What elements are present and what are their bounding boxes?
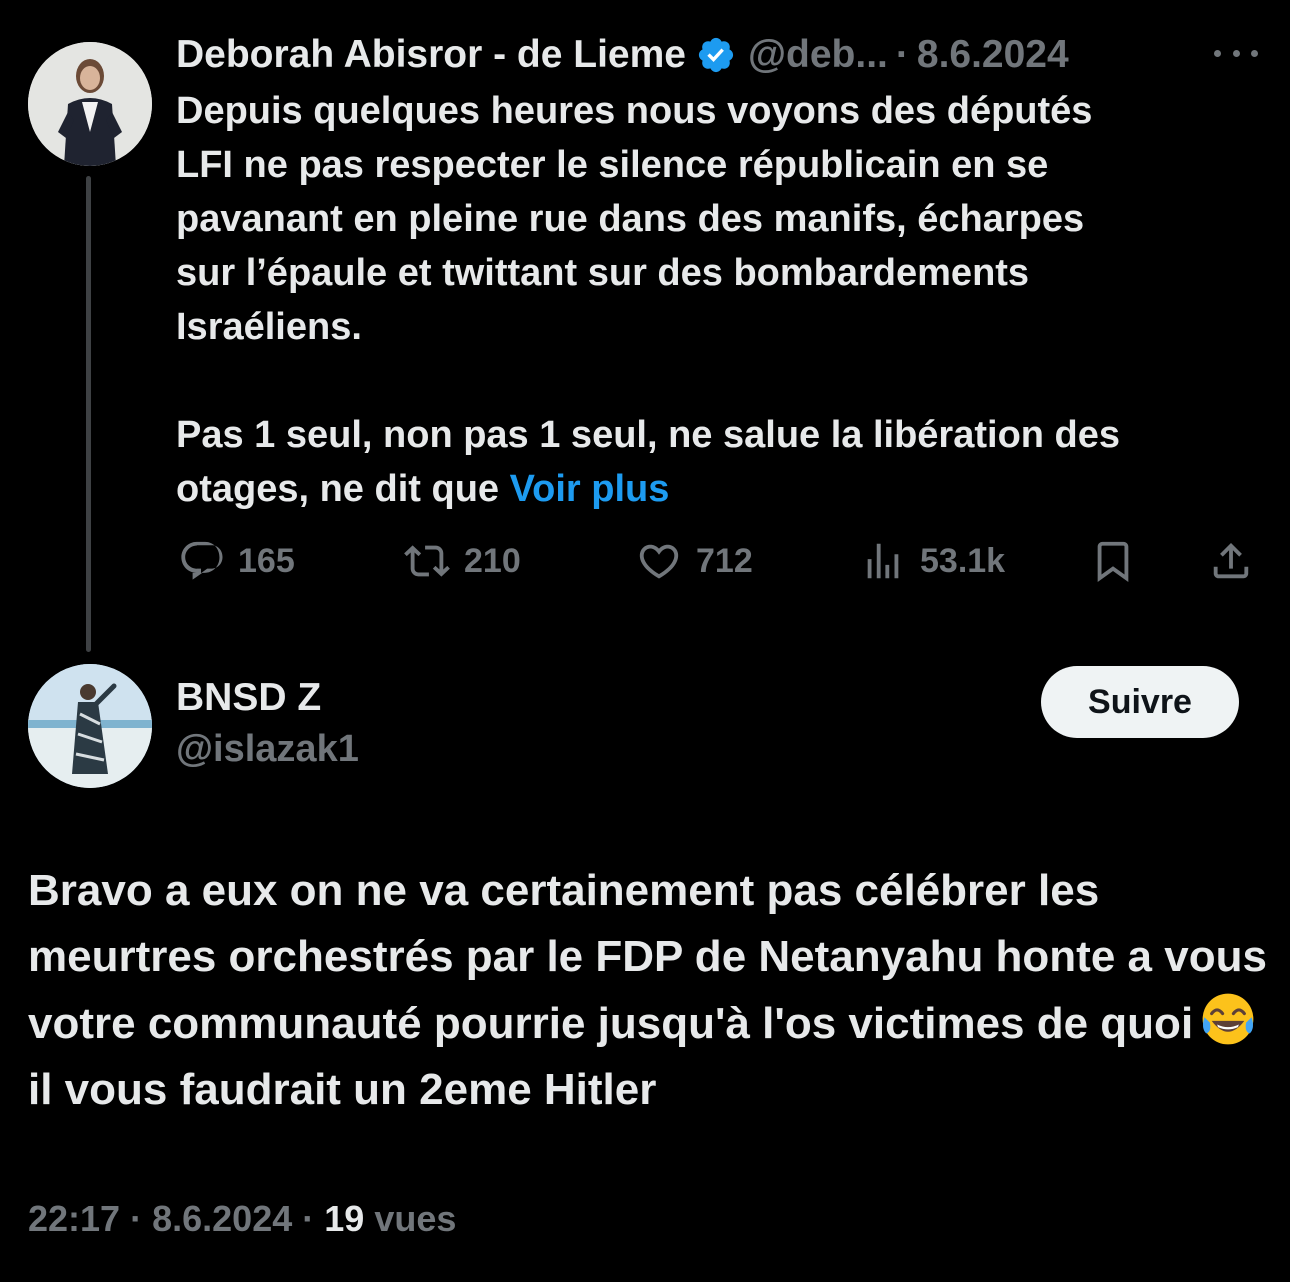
- face-with-tears-of-joy-icon: [1202, 993, 1254, 1045]
- reply-meta: 22:17 · 8.6.2024 · 19 vues: [28, 1198, 456, 1240]
- reply-icon: [181, 541, 223, 580]
- reply-text: Bravo a eux on ne va certainement pas cé…: [28, 858, 1278, 1123]
- reply-time[interactable]: 22:17: [28, 1198, 120, 1239]
- like-button[interactable]: 712: [636, 530, 753, 592]
- reply-views-count: 19: [324, 1198, 365, 1239]
- reply-button[interactable]: 165: [178, 530, 295, 592]
- share-button[interactable]: [1208, 530, 1268, 592]
- share-icon: [1213, 542, 1249, 579]
- like-count: 712: [696, 541, 753, 580]
- reply-author-name[interactable]: BNSD Z: [176, 676, 321, 720]
- verified-badge-icon: [698, 37, 734, 73]
- bookmark-button[interactable]: [1090, 530, 1150, 592]
- views-button[interactable]: 53.1k: [860, 530, 1005, 592]
- reply-views-label: vues: [374, 1198, 457, 1239]
- reply-author-avatar[interactable]: [28, 664, 152, 788]
- follow-button[interactable]: Suivre: [1041, 666, 1239, 738]
- retweet-button[interactable]: 210: [404, 530, 521, 592]
- meta-separator-2: ·: [302, 1198, 315, 1239]
- reply-text-before-emoji: Bravo a eux on ne va certainement pas cé…: [28, 866, 1267, 1048]
- show-more-link[interactable]: Voir plus: [510, 468, 670, 510]
- bookmark-icon: [1097, 541, 1129, 582]
- analytics-icon: [867, 543, 899, 579]
- reply-date[interactable]: 8.6.2024: [152, 1198, 292, 1239]
- tweet-actions: 165 210 712 53.1k: [0, 530, 1290, 592]
- retweet-icon: [404, 545, 450, 577]
- heart-icon: [639, 544, 679, 579]
- retweet-count: 210: [464, 541, 521, 580]
- tweet-text: Depuis quelques heures nous voyons des d…: [176, 84, 1256, 516]
- more-options-icon[interactable]: [1214, 38, 1258, 68]
- author-name[interactable]: Deborah Abisror - de Lieme: [176, 33, 686, 77]
- reply-author-handle[interactable]: @islazak1: [176, 728, 359, 771]
- tweet-date[interactable]: 8.6.2024: [917, 33, 1069, 77]
- author-avatar[interactable]: [28, 42, 152, 166]
- separator-dot: ·: [895, 33, 909, 76]
- meta-separator-1: ·: [130, 1198, 143, 1239]
- reply-text-after-emoji: il vous faudrait un 2eme Hitler: [28, 1065, 657, 1114]
- views-count: 53.1k: [920, 541, 1006, 580]
- author-handle[interactable]: @deb...: [748, 33, 888, 77]
- reply-count: 165: [238, 541, 295, 580]
- tweet-text-content: Depuis quelques heures nous voyons des d…: [176, 90, 1121, 510]
- tweet-header: Deborah Abisror - de Lieme @deb... · 8.6…: [176, 28, 1069, 82]
